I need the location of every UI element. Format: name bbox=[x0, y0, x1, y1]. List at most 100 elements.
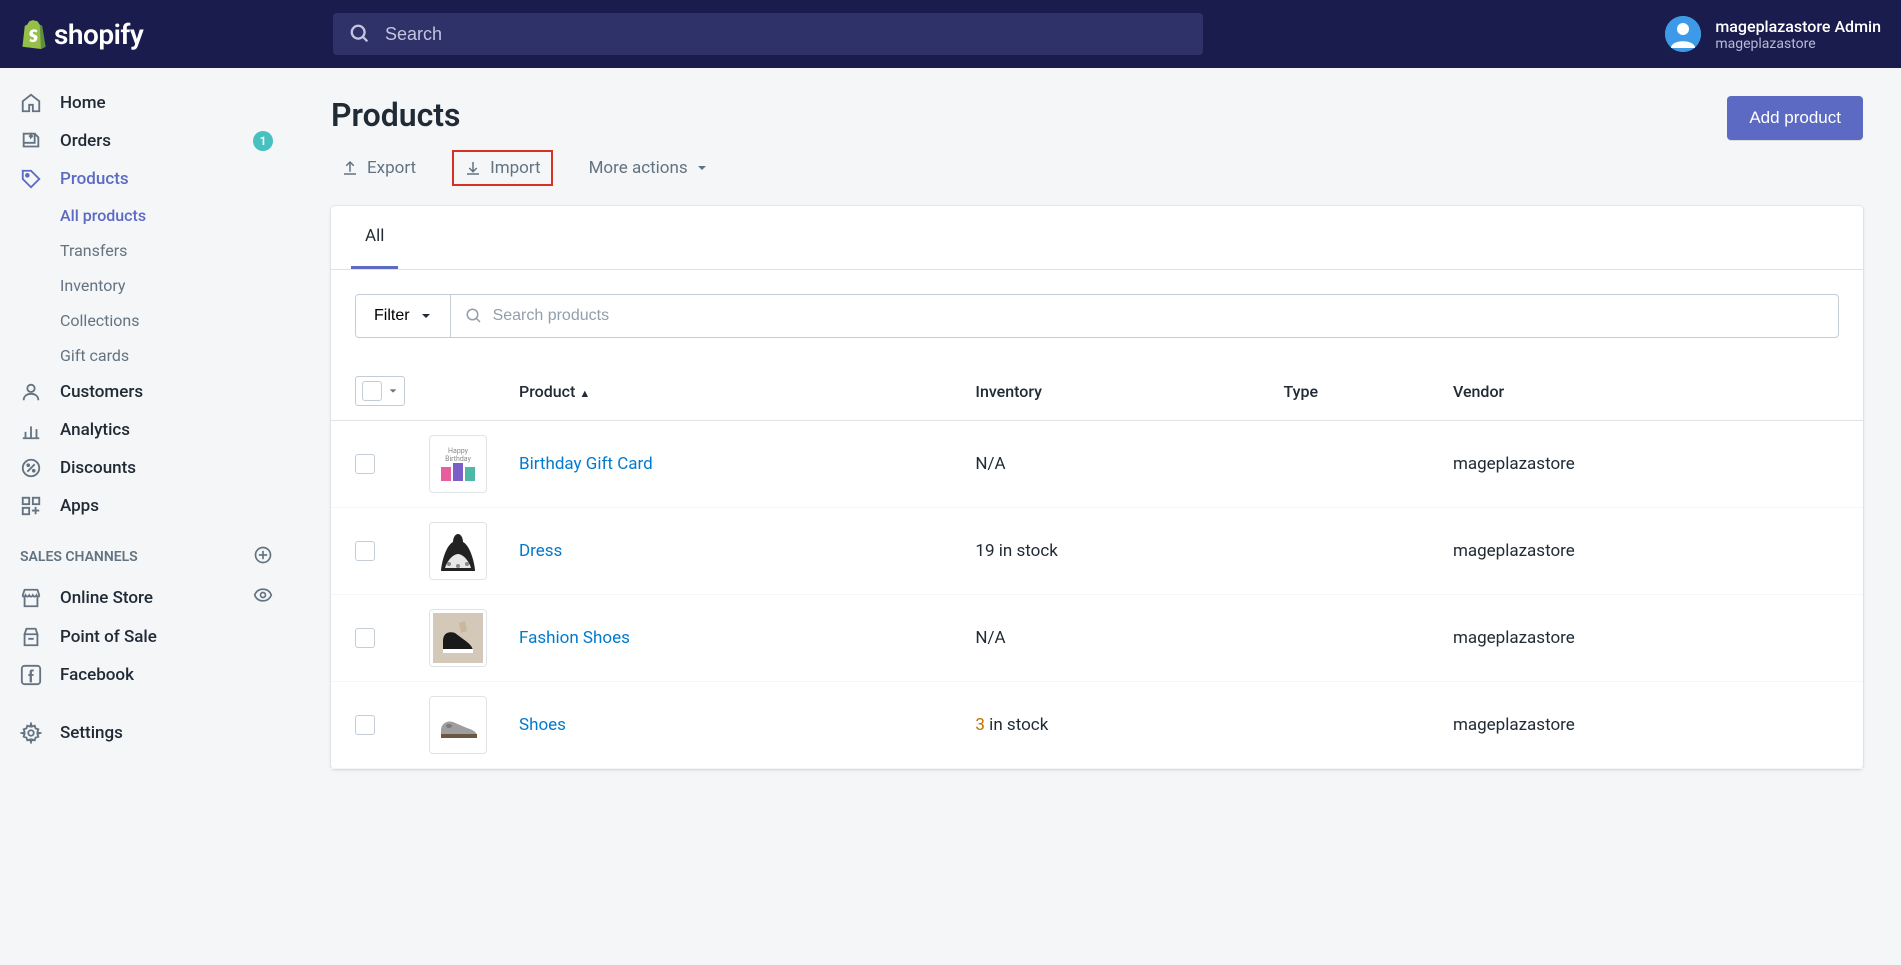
nav-facebook-label: Facebook bbox=[60, 665, 134, 685]
nav-facebook[interactable]: Facebook bbox=[0, 656, 293, 694]
subnav-all-products[interactable]: All products bbox=[60, 198, 293, 233]
nav-discounts[interactable]: Discounts bbox=[0, 449, 293, 487]
product-thumbnail: HappyBirthday bbox=[429, 435, 487, 493]
subnav-transfers[interactable]: Transfers bbox=[60, 233, 293, 268]
products-icon bbox=[20, 168, 42, 190]
search-icon bbox=[349, 23, 371, 45]
product-link[interactable]: Shoes bbox=[519, 715, 566, 735]
nav-pos-label: Point of Sale bbox=[60, 627, 157, 647]
add-product-button[interactable]: Add product bbox=[1727, 96, 1863, 140]
user-menu[interactable]: mageplazastore Admin mageplazastore bbox=[1665, 16, 1881, 52]
col-product[interactable]: Product▲ bbox=[507, 362, 963, 421]
discounts-icon bbox=[20, 457, 42, 479]
col-type[interactable]: Type bbox=[1271, 362, 1440, 421]
nav-apps[interactable]: Apps bbox=[0, 487, 293, 525]
nav-online-store[interactable]: Online Store bbox=[0, 577, 293, 618]
nav-apps-label: Apps bbox=[60, 496, 99, 516]
nav-orders-label: Orders bbox=[60, 131, 111, 151]
vendor-cell: mageplazastore bbox=[1441, 508, 1863, 595]
nav-products-label: Products bbox=[60, 169, 129, 189]
table-row[interactable]: Dress 19 in stock mageplazastore bbox=[331, 508, 1863, 595]
nav-pos[interactable]: Point of Sale bbox=[0, 618, 293, 656]
global-search-input[interactable] bbox=[385, 24, 1187, 45]
subnav-gift-cards[interactable]: Gift cards bbox=[60, 338, 293, 373]
logo-text: shopify bbox=[54, 18, 143, 51]
caret-down-icon bbox=[696, 162, 708, 174]
product-search-input[interactable] bbox=[493, 295, 1824, 337]
select-all-checkbox[interactable] bbox=[355, 376, 405, 406]
sort-asc-icon: ▲ bbox=[579, 387, 590, 400]
nav-home-label: Home bbox=[60, 93, 106, 113]
product-thumbnail bbox=[429, 522, 487, 580]
user-name: mageplazastore Admin bbox=[1715, 17, 1881, 36]
pos-icon bbox=[20, 626, 42, 648]
nav-orders[interactable]: Orders 1 bbox=[0, 122, 293, 160]
nav-customers[interactable]: Customers bbox=[0, 373, 293, 411]
page-header: Products Export Import More actions bbox=[331, 96, 1863, 186]
type-cell bbox=[1271, 595, 1440, 682]
product-link[interactable]: Birthday Gift Card bbox=[519, 454, 653, 474]
customers-icon bbox=[20, 381, 42, 403]
vendor-cell: mageplazastore bbox=[1441, 421, 1863, 508]
search-bar[interactable] bbox=[333, 13, 1203, 55]
table-row[interactable]: Fashion Shoes N/A mageplazastore bbox=[331, 595, 1863, 682]
top-bar: shopify mageplazastore Admin mageplazast… bbox=[0, 0, 1901, 68]
svg-text:Birthday: Birthday bbox=[445, 455, 471, 463]
nav-analytics-label: Analytics bbox=[60, 420, 130, 440]
products-card: All Filter bbox=[331, 206, 1863, 769]
sales-channels-header: SALES CHANNELS bbox=[0, 525, 293, 577]
vendor-cell: mageplazastore bbox=[1441, 682, 1863, 769]
page-title: Products bbox=[331, 96, 718, 134]
caret-down-icon bbox=[388, 386, 398, 396]
more-actions-button[interactable]: More actions bbox=[579, 152, 718, 184]
product-link[interactable]: Fashion Shoes bbox=[519, 628, 630, 648]
orders-icon bbox=[20, 130, 42, 152]
products-table: Product▲ Inventory Type Vendor HappyBirt… bbox=[331, 362, 1863, 769]
row-checkbox[interactable] bbox=[355, 715, 375, 735]
nav-settings-label: Settings bbox=[60, 723, 123, 743]
sidebar: Home Orders 1 Products All products Tran… bbox=[0, 68, 293, 965]
subnav-collections[interactable]: Collections bbox=[60, 303, 293, 338]
user-store: mageplazastore bbox=[1715, 36, 1881, 52]
import-icon bbox=[464, 159, 482, 177]
logo[interactable]: shopify bbox=[20, 18, 293, 51]
settings-icon bbox=[20, 722, 42, 744]
table-row[interactable]: Shoes 3 in stock mageplazastore bbox=[331, 682, 1863, 769]
row-checkbox[interactable] bbox=[355, 628, 375, 648]
type-cell bbox=[1271, 421, 1440, 508]
product-link[interactable]: Dress bbox=[519, 541, 562, 561]
nav-analytics[interactable]: Analytics bbox=[0, 411, 293, 449]
product-search bbox=[451, 295, 1838, 337]
svg-text:Happy: Happy bbox=[448, 447, 469, 455]
add-channel-icon[interactable] bbox=[253, 545, 273, 569]
export-button[interactable]: Export bbox=[331, 152, 426, 184]
caret-down-icon bbox=[420, 310, 432, 322]
user-text: mageplazastore Admin mageplazastore bbox=[1715, 17, 1881, 52]
analytics-icon bbox=[20, 419, 42, 441]
filter-button[interactable]: Filter bbox=[356, 295, 451, 337]
product-thumbnail bbox=[429, 609, 487, 667]
tab-all[interactable]: All bbox=[351, 206, 398, 269]
export-icon bbox=[341, 159, 359, 177]
type-cell bbox=[1271, 508, 1440, 595]
home-icon bbox=[20, 92, 42, 114]
orders-badge: 1 bbox=[253, 131, 273, 151]
nav-discounts-label: Discounts bbox=[60, 458, 136, 478]
row-checkbox[interactable] bbox=[355, 541, 375, 561]
search-wrap bbox=[333, 13, 1203, 55]
table-row[interactable]: HappyBirthday Birthday Gift Card N/A mag… bbox=[331, 421, 1863, 508]
nav-settings[interactable]: Settings bbox=[0, 714, 293, 752]
store-icon bbox=[20, 587, 42, 609]
import-button[interactable]: Import bbox=[452, 150, 553, 186]
col-inventory[interactable]: Inventory bbox=[963, 362, 1271, 421]
row-checkbox[interactable] bbox=[355, 454, 375, 474]
col-vendor[interactable]: Vendor bbox=[1441, 362, 1863, 421]
nav-products[interactable]: Products bbox=[0, 160, 293, 198]
inventory-cell: N/A bbox=[963, 421, 1271, 508]
subnav-inventory[interactable]: Inventory bbox=[60, 268, 293, 303]
filter-bar: Filter bbox=[355, 294, 1839, 338]
nav-home[interactable]: Home bbox=[0, 84, 293, 122]
type-cell bbox=[1271, 682, 1440, 769]
shopify-bag-icon bbox=[20, 19, 48, 49]
view-store-icon[interactable] bbox=[253, 585, 273, 610]
